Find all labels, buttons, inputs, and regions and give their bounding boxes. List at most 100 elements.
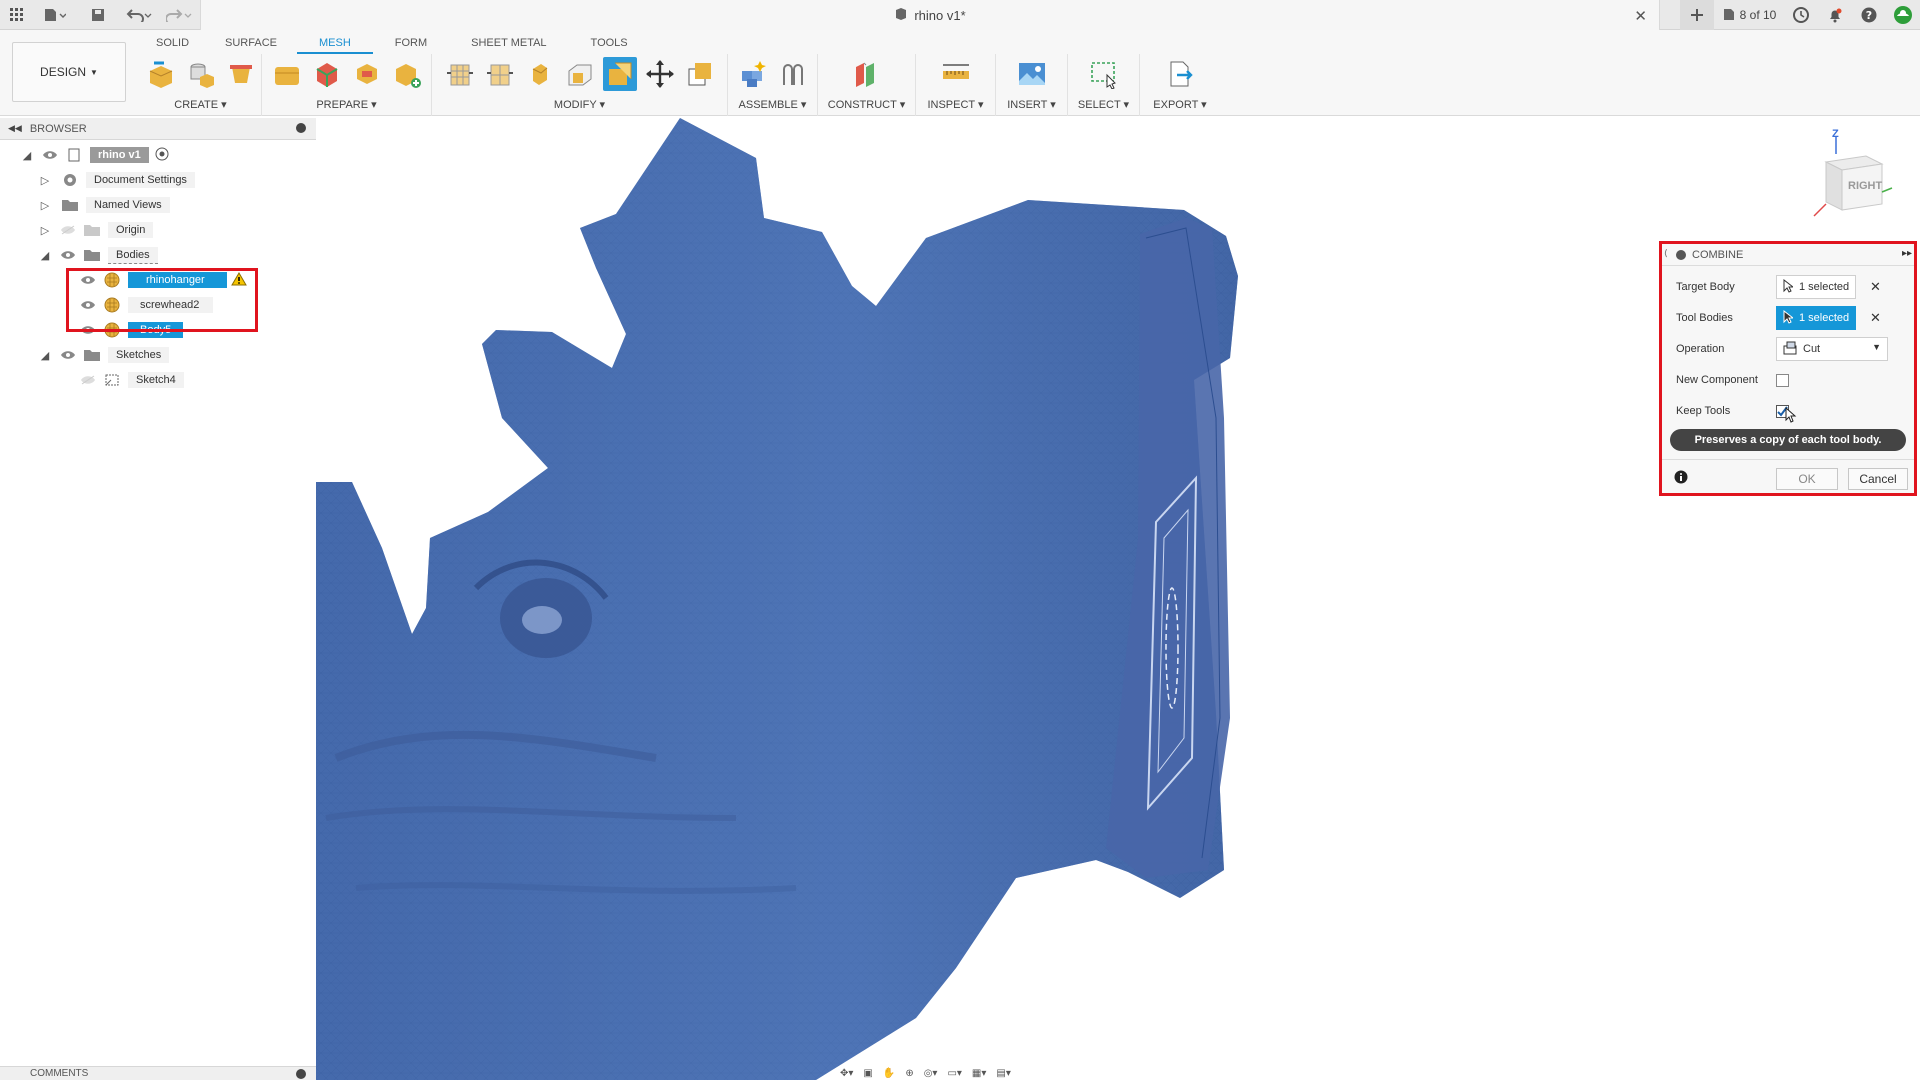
select-window-icon[interactable] bbox=[1087, 57, 1121, 91]
collapse-triangle-icon[interactable]: ◢ bbox=[38, 248, 52, 262]
operation-dropdown[interactable]: Cut ▼ bbox=[1776, 337, 1888, 361]
close-tab-icon[interactable]: ✕ bbox=[1634, 7, 1647, 25]
comments-panel-header[interactable]: COMMENTS bbox=[0, 1066, 316, 1080]
view-cube[interactable]: Z RIGHT bbox=[1806, 128, 1896, 222]
tree-item-named-views[interactable]: ▷ Named Views bbox=[38, 193, 170, 217]
file-menu-icon[interactable] bbox=[40, 4, 70, 26]
comments-title: COMMENTS bbox=[30, 1068, 89, 1079]
pin-icon[interactable] bbox=[296, 123, 306, 133]
collapse-triangle-icon[interactable]: ◢ bbox=[38, 348, 52, 362]
document-tab[interactable]: rhino v1* ✕ bbox=[200, 0, 1660, 30]
tab-mesh[interactable]: MESH bbox=[296, 34, 373, 54]
generate-face-groups-icon[interactable] bbox=[270, 57, 304, 91]
scale-icon[interactable] bbox=[683, 57, 717, 91]
tab-sheet-metal[interactable]: SHEET METAL bbox=[449, 34, 568, 54]
target-body-selector[interactable]: 1 selected bbox=[1776, 275, 1856, 299]
ok-button[interactable]: OK bbox=[1776, 468, 1838, 490]
export-icon[interactable] bbox=[1163, 57, 1197, 91]
undo-icon[interactable] bbox=[122, 4, 156, 26]
smooth-icon[interactable] bbox=[563, 57, 597, 91]
expand-dialog-icon[interactable]: ▸▸ bbox=[1902, 248, 1912, 259]
move-copy-icon[interactable] bbox=[643, 57, 677, 91]
job-status[interactable]: 8 of 10 bbox=[1714, 0, 1784, 30]
remesh-icon[interactable] bbox=[443, 57, 477, 91]
new-tab-icon[interactable] bbox=[1680, 0, 1714, 30]
plane-cut-icon[interactable] bbox=[390, 57, 424, 91]
create-face-groups-icon[interactable] bbox=[224, 57, 258, 91]
svg-text:?: ? bbox=[1866, 9, 1872, 22]
collapse-dialog-icon[interactable]: ⟨ bbox=[1664, 248, 1668, 259]
joint-icon[interactable] bbox=[776, 57, 810, 91]
tab-form[interactable]: FORM bbox=[373, 34, 449, 54]
tab-surface[interactable]: SURFACE bbox=[205, 34, 297, 54]
user-avatar-icon[interactable] bbox=[1886, 0, 1920, 30]
expand-triangle-icon[interactable]: ▷ bbox=[38, 198, 52, 212]
tree-root[interactable]: ◢ rhino v1 bbox=[20, 143, 169, 167]
collapse-panel-icon[interactable]: ◀◀ bbox=[8, 123, 22, 134]
add-comment-icon[interactable] bbox=[296, 1069, 306, 1079]
workspace-selector[interactable]: DESIGN ▼ bbox=[12, 42, 126, 102]
clear-tool-bodies-icon[interactable]: ✕ bbox=[1870, 310, 1881, 326]
erase-and-fill-icon[interactable] bbox=[523, 57, 557, 91]
tree-item-sketches[interactable]: ◢ Sketches bbox=[38, 343, 170, 367]
reduce-icon[interactable] bbox=[483, 57, 517, 91]
group-create: CREATE ▾ bbox=[140, 54, 262, 116]
group-label-modify[interactable]: MODIFY bbox=[554, 99, 597, 111]
look-at-icon[interactable]: ▣ bbox=[863, 1068, 872, 1079]
redo-icon[interactable] bbox=[162, 4, 196, 26]
document-icon bbox=[64, 147, 84, 163]
new-component-icon[interactable] bbox=[736, 57, 770, 91]
viewports-icon[interactable]: ▤▾ bbox=[996, 1068, 1010, 1079]
pan-hand-icon[interactable]: ✋ bbox=[883, 1068, 895, 1079]
expand-triangle-icon[interactable]: ▷ bbox=[38, 173, 52, 187]
clock-icon[interactable] bbox=[1784, 0, 1818, 30]
clear-target-body-icon[interactable]: ✕ bbox=[1870, 279, 1881, 295]
convert-mesh-icon[interactable] bbox=[350, 57, 384, 91]
notifications-bell-icon[interactable] bbox=[1818, 0, 1852, 30]
visibility-eye-icon[interactable] bbox=[60, 350, 78, 360]
info-icon[interactable] bbox=[1674, 470, 1688, 487]
zoom-icon[interactable]: ⊕ bbox=[905, 1068, 913, 1079]
visibility-eye-off-icon[interactable] bbox=[80, 375, 98, 385]
insert-image-icon[interactable] bbox=[1015, 57, 1049, 91]
offset-plane-icon[interactable] bbox=[850, 57, 884, 91]
group-label-construct[interactable]: CONSTRUCT bbox=[828, 99, 897, 111]
tree-item-document-settings[interactable]: ▷ Document Settings bbox=[38, 168, 195, 192]
save-icon[interactable] bbox=[88, 4, 108, 26]
visibility-eye-icon[interactable] bbox=[42, 150, 60, 160]
activate-radio-icon[interactable] bbox=[155, 147, 169, 164]
tree-item-origin[interactable]: ▷ Origin bbox=[38, 218, 154, 242]
fit-icon[interactable]: ◎▾ bbox=[924, 1068, 938, 1079]
group-label-insert[interactable]: INSERT bbox=[1007, 99, 1047, 111]
tab-solid[interactable]: SOLID bbox=[140, 34, 205, 54]
tree-item-bodies[interactable]: ◢ Bodies bbox=[38, 243, 158, 267]
cancel-button[interactable]: Cancel bbox=[1848, 468, 1908, 490]
orbit-icon[interactable]: ✥▾ bbox=[840, 1068, 853, 1079]
job-status-icon bbox=[1722, 7, 1736, 24]
app-grid-icon[interactable] bbox=[6, 4, 28, 26]
tool-bodies-selector[interactable]: 1 selected bbox=[1776, 306, 1856, 330]
visibility-eye-off-icon[interactable] bbox=[60, 225, 78, 235]
tab-tools[interactable]: TOOLS bbox=[569, 34, 650, 54]
grid-settings-icon[interactable]: ▦▾ bbox=[972, 1068, 986, 1079]
expand-triangle-icon[interactable]: ▷ bbox=[38, 223, 52, 237]
group-label-assemble[interactable]: ASSEMBLE bbox=[739, 99, 798, 111]
combine-dialog-header[interactable]: ⟨ COMBINE ▸▸ bbox=[1662, 244, 1914, 266]
visibility-eye-icon[interactable] bbox=[60, 250, 78, 260]
combine-face-groups-icon[interactable] bbox=[310, 57, 344, 91]
browser-header: ◀◀ BROWSER bbox=[0, 118, 316, 140]
group-label-select[interactable]: SELECT bbox=[1078, 99, 1121, 111]
new-component-checkbox[interactable] bbox=[1776, 373, 1789, 387]
tessellate-icon[interactable] bbox=[184, 57, 218, 91]
tree-item-sketch4[interactable]: Sketch4 bbox=[80, 368, 184, 392]
combine-icon[interactable] bbox=[602, 57, 637, 91]
group-label-inspect[interactable]: INSPECT bbox=[927, 99, 974, 111]
group-label-export[interactable]: EXPORT bbox=[1153, 99, 1198, 111]
measure-icon[interactable] bbox=[939, 57, 973, 91]
expand-triangle-icon[interactable]: ◢ bbox=[20, 148, 34, 162]
insert-mesh-icon[interactable] bbox=[144, 57, 178, 91]
group-label-prepare[interactable]: PREPARE bbox=[316, 99, 368, 111]
group-label-create[interactable]: CREATE bbox=[174, 99, 218, 111]
help-icon[interactable]: ? bbox=[1852, 0, 1886, 30]
display-settings-icon[interactable]: ▭▾ bbox=[947, 1068, 961, 1079]
